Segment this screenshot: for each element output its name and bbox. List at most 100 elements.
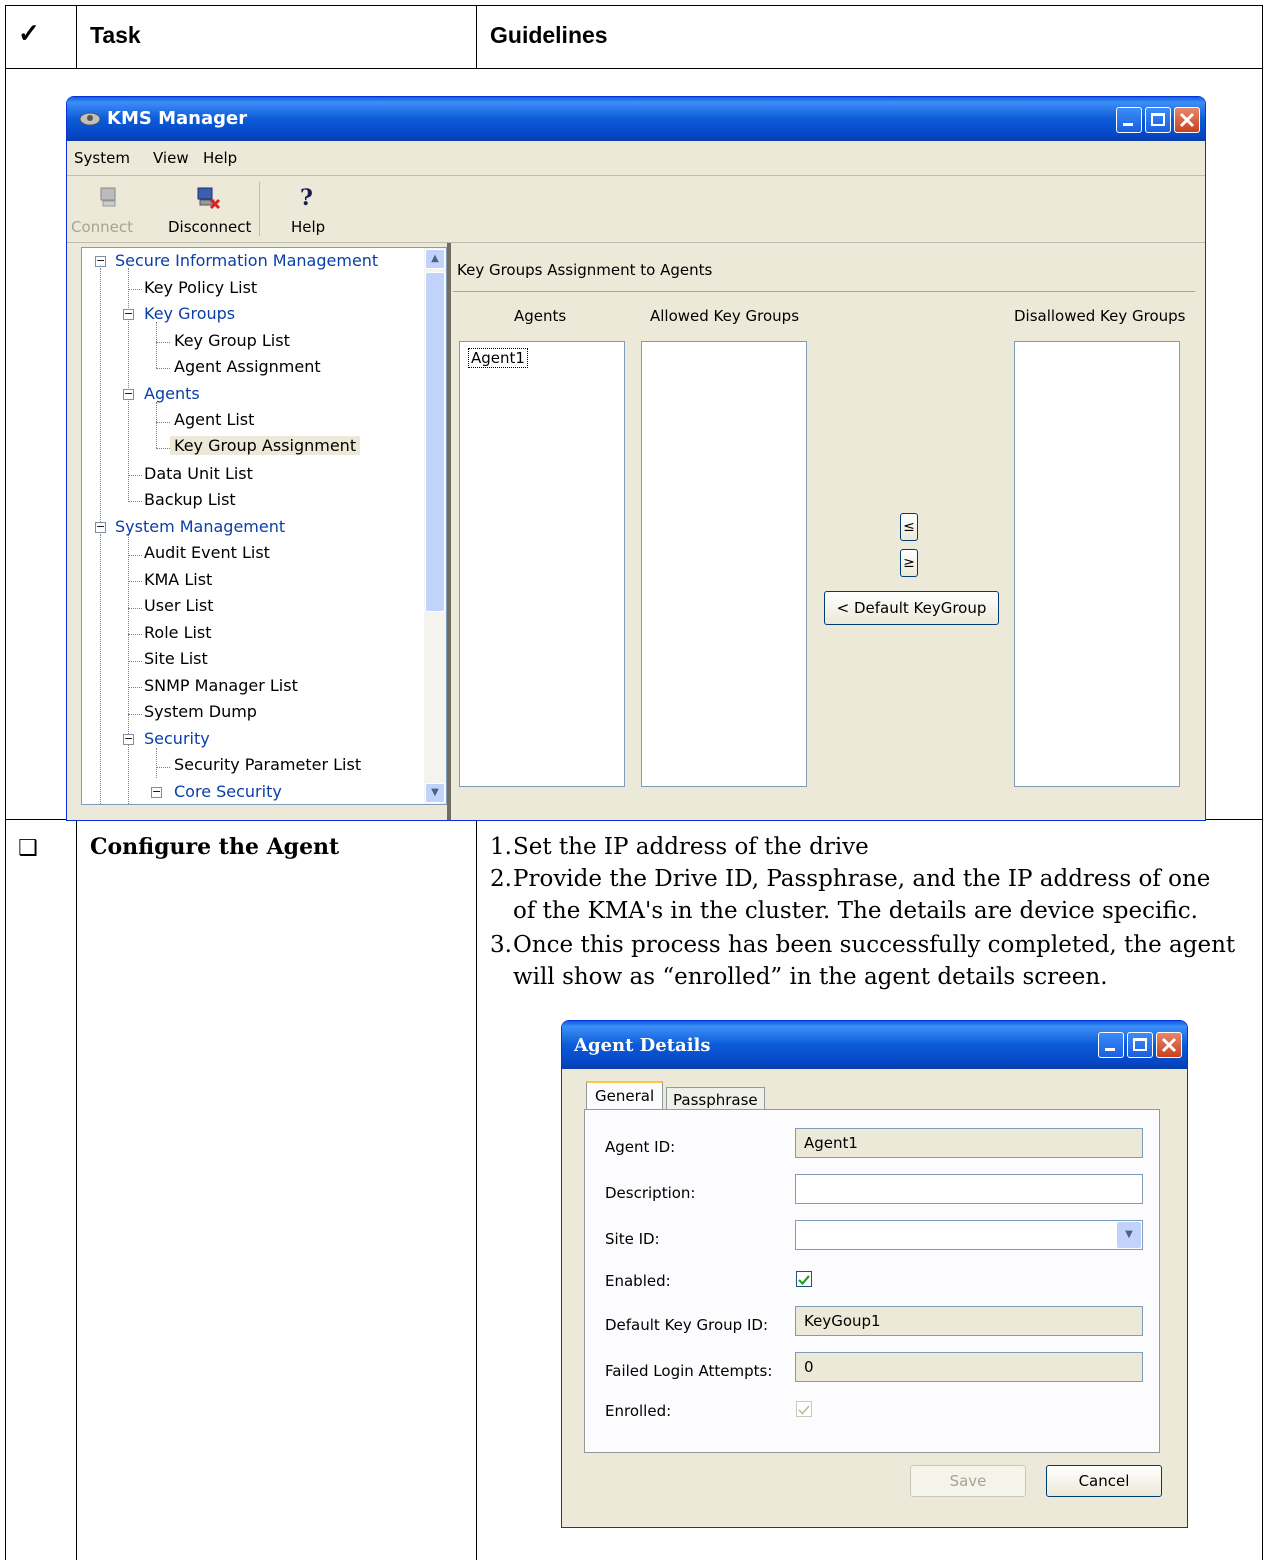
tree-item-secure-information-management[interactable]: Secure Information Management bbox=[115, 251, 378, 270]
tree-item-system-dump[interactable]: System Dump bbox=[144, 702, 257, 721]
tree-item-agent-assignment[interactable]: Agent Assignment bbox=[174, 357, 321, 376]
move-left-button[interactable]: ≤ bbox=[900, 513, 918, 541]
description-field[interactable] bbox=[795, 1174, 1143, 1204]
tree-item-audit-event-list[interactable]: Audit Event List bbox=[144, 543, 270, 562]
close-button[interactable] bbox=[1174, 107, 1200, 133]
chevron-down-icon[interactable]: ▼ bbox=[1117, 1222, 1141, 1248]
agents-list[interactable]: Agent1 bbox=[459, 341, 625, 787]
help-label: Help bbox=[291, 218, 326, 236]
tree-item-key-groups[interactable]: Key Groups bbox=[144, 304, 235, 323]
tree-line bbox=[100, 268, 101, 532]
tree-line bbox=[128, 581, 142, 582]
collapse-toggle-icon[interactable]: − bbox=[123, 308, 134, 320]
tree-item-backup-list[interactable]: Backup List bbox=[144, 490, 236, 509]
disallowed-key-groups-label: Disallowed Key Groups bbox=[1014, 307, 1186, 325]
tree-line bbox=[128, 534, 129, 804]
tree-line bbox=[100, 534, 101, 804]
tree-item-security-parameter-list[interactable]: Security Parameter List bbox=[174, 755, 361, 774]
tree-line bbox=[156, 368, 170, 369]
enabled-checkbox[interactable] bbox=[796, 1271, 812, 1287]
connect-button[interactable]: Connect bbox=[71, 180, 149, 238]
svg-text:?: ? bbox=[300, 186, 313, 210]
tree-item-agent-list[interactable]: Agent List bbox=[174, 410, 254, 429]
kms-manager-window: KMS Manager System View Help Connect Dis… bbox=[66, 96, 1206, 821]
tree-line bbox=[156, 342, 170, 343]
allowed-key-groups-list[interactable] bbox=[641, 341, 807, 787]
tree-item-security[interactable]: Security bbox=[144, 729, 210, 748]
checkmark-icon bbox=[798, 1275, 810, 1286]
move-right-button[interactable]: ≥ bbox=[900, 549, 918, 577]
menu-help[interactable]: Help bbox=[203, 149, 237, 167]
toolbar: Connect Disconnect ? Help bbox=[67, 176, 1205, 243]
tree-item-user-list[interactable]: User List bbox=[144, 596, 214, 615]
tree-line bbox=[128, 661, 142, 662]
tree-item-kma-list[interactable]: KMA List bbox=[144, 570, 212, 589]
kms-window-title: KMS Manager bbox=[107, 108, 248, 129]
tree-line bbox=[128, 687, 142, 688]
tree-item-agents[interactable]: Agents bbox=[144, 384, 200, 403]
enrolled-label: Enrolled: bbox=[605, 1402, 672, 1420]
disconnect-label: Disconnect bbox=[168, 218, 252, 236]
checkmark-icon bbox=[798, 1405, 810, 1415]
tree-item-data-unit-list[interactable]: Data Unit List bbox=[144, 464, 253, 483]
agent-details-title: Agent Details bbox=[574, 1035, 711, 1056]
table-col-sep-1b bbox=[76, 819, 77, 1560]
default-keygroup-button[interactable]: < Default KeyGroup bbox=[824, 591, 999, 625]
kms-app-icon bbox=[79, 112, 101, 126]
save-button[interactable]: Save bbox=[910, 1465, 1026, 1497]
step-2-text-line-2: of the KMA's in the cluster. The details… bbox=[513, 898, 1198, 924]
close-button[interactable] bbox=[1156, 1032, 1182, 1058]
description-label: Description: bbox=[605, 1184, 696, 1202]
maximize-button[interactable] bbox=[1127, 1032, 1153, 1058]
tree-item-role-list[interactable]: Role List bbox=[144, 623, 212, 642]
maximize-button[interactable] bbox=[1145, 107, 1171, 133]
collapse-toggle-icon[interactable]: − bbox=[123, 388, 134, 400]
cancel-button[interactable]: Cancel bbox=[1046, 1465, 1162, 1497]
agent-id-label: Agent ID: bbox=[605, 1138, 676, 1156]
minimize-button[interactable] bbox=[1098, 1032, 1124, 1058]
agents-column-label: Agents bbox=[514, 307, 567, 325]
collapse-toggle-icon[interactable]: − bbox=[151, 786, 162, 798]
kms-title-bar[interactable]: KMS Manager bbox=[67, 97, 1205, 141]
tree-item-key-group-assignment[interactable]: Key Group Assignment bbox=[170, 436, 361, 455]
menu-bar: System View Help bbox=[67, 141, 1205, 176]
step-3-text-line-2: will show as “enrolled” in the agent det… bbox=[513, 964, 1108, 990]
close-icon bbox=[1161, 1037, 1177, 1053]
collapse-toggle-icon[interactable]: − bbox=[123, 733, 134, 745]
tree-scrollbar[interactable]: ▲ ▼ bbox=[424, 248, 446, 804]
task-column-header: Task bbox=[90, 22, 141, 48]
menu-system[interactable]: System bbox=[74, 149, 130, 167]
tree-item-system-management[interactable]: System Management bbox=[115, 517, 285, 536]
menu-view[interactable]: View bbox=[153, 149, 189, 167]
table-border-left bbox=[5, 5, 6, 1560]
enabled-label: Enabled: bbox=[605, 1272, 671, 1290]
scroll-thumb[interactable] bbox=[425, 272, 445, 612]
tree-item-key-group-list[interactable]: Key Group List bbox=[174, 331, 290, 350]
site-id-select[interactable]: ▼ bbox=[795, 1220, 1143, 1250]
collapse-toggle-icon[interactable]: − bbox=[95, 255, 106, 267]
scroll-down-button[interactable]: ▼ bbox=[425, 783, 445, 803]
close-icon bbox=[1179, 112, 1195, 128]
agent-details-title-bar[interactable]: Agent Details bbox=[562, 1021, 1187, 1069]
tree-line bbox=[128, 714, 142, 715]
tree-item-key-policy-list[interactable]: Key Policy List bbox=[144, 278, 257, 297]
disconnect-button[interactable]: Disconnect bbox=[163, 180, 253, 238]
minimize-button[interactable] bbox=[1116, 107, 1142, 133]
scroll-up-button[interactable]: ▲ bbox=[425, 249, 445, 269]
tree-item-core-security[interactable]: Core Security bbox=[174, 782, 282, 801]
toolbar-separator bbox=[259, 182, 260, 236]
site-id-label: Site ID: bbox=[605, 1230, 660, 1248]
navigation-tree[interactable]: − Secure Information Management Key Poli… bbox=[81, 247, 447, 805]
list-item[interactable]: Agent1 bbox=[468, 348, 528, 368]
table-border-top bbox=[5, 5, 1263, 6]
task-title: Configure the Agent bbox=[90, 834, 340, 860]
tree-line bbox=[156, 322, 157, 368]
tree-item-site-list[interactable]: Site List bbox=[144, 649, 208, 668]
step-1-text: Set the IP address of the drive bbox=[513, 834, 869, 860]
collapse-toggle-icon[interactable]: − bbox=[95, 521, 106, 533]
task-checkbox[interactable]: ❑ bbox=[18, 836, 38, 861]
tree-item-snmp-manager-list[interactable]: SNMP Manager List bbox=[144, 676, 298, 695]
disallowed-key-groups-list[interactable] bbox=[1014, 341, 1180, 787]
help-button[interactable]: ? Help bbox=[279, 180, 339, 238]
panel-title-divider bbox=[453, 291, 1195, 292]
